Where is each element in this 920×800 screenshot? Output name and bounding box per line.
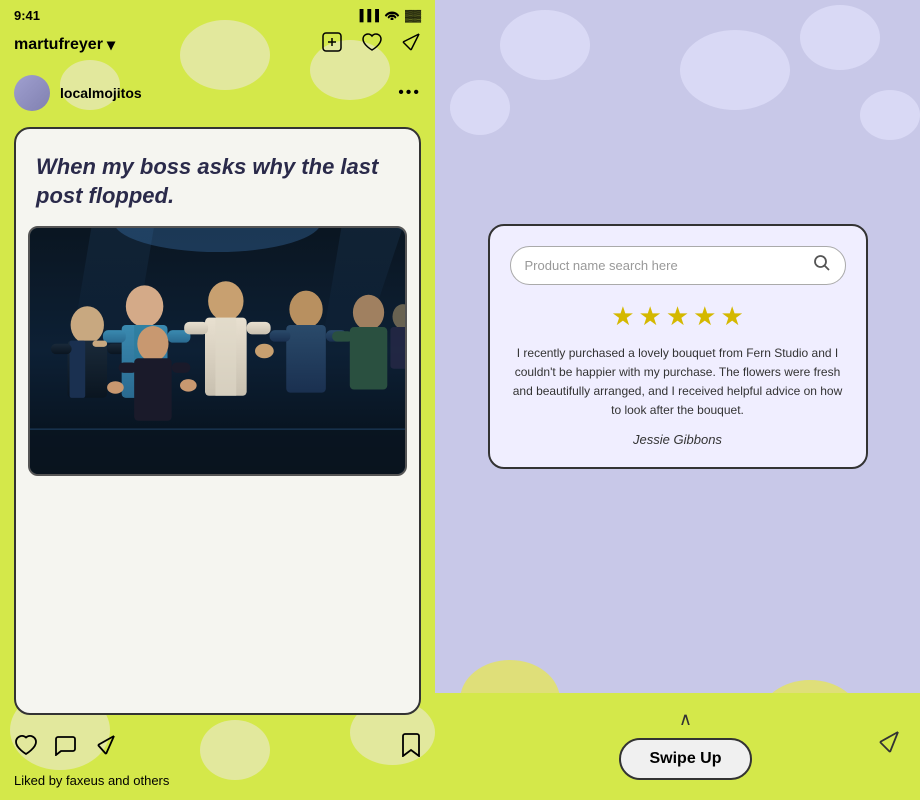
send-nav-icon[interactable]: [401, 32, 421, 58]
search-placeholder: Product name search here: [525, 258, 813, 273]
swipe-center: ∧ Swipe Up: [619, 709, 751, 780]
reviewer-name: Jessie Gibbons: [510, 432, 846, 447]
right-panel: Product name search here ★ ★ ★ ★ ★ I rec…: [435, 0, 920, 800]
chevron-up-icon: ∧: [679, 709, 692, 730]
nav-username[interactable]: martufreyer ▾: [14, 35, 115, 55]
chevron-down-icon: ▾: [107, 35, 115, 55]
search-icon[interactable]: [813, 254, 831, 277]
review-text: I recently purchased a lovely bouquet fr…: [510, 344, 846, 421]
post-card: When my boss asks why the last post flop…: [14, 127, 421, 715]
time: 9:41: [14, 8, 40, 23]
review-area: Product name search here ★ ★ ★ ★ ★ I rec…: [435, 0, 920, 693]
more-options-icon[interactable]: •••: [398, 84, 421, 102]
post-text: When my boss asks why the last post flop…: [16, 129, 419, 226]
username-text: martufreyer: [14, 36, 103, 54]
avatar: [14, 75, 50, 111]
wifi-icon: [384, 8, 400, 23]
comment-icon[interactable]: [54, 734, 78, 762]
left-panel: 9:41 ▐▐▐ ▓▓ martufreyer ▾: [0, 0, 435, 800]
battery-icon: ▓▓: [405, 10, 421, 22]
stars-row: ★ ★ ★ ★ ★: [510, 301, 846, 332]
status-bar: 9:41 ▐▐▐ ▓▓: [0, 0, 435, 27]
star-2: ★: [639, 301, 662, 332]
liked-by: Liked by faxeus and others: [0, 769, 435, 800]
post-username: localmojitos: [60, 85, 142, 101]
post-header: localmojitos •••: [0, 67, 435, 119]
signal-icon: ▐▐▐: [356, 10, 379, 22]
swipe-area: ∧ Swipe Up: [435, 693, 920, 800]
action-left: [14, 734, 116, 762]
star-5: ★: [720, 301, 743, 332]
like-icon[interactable]: [14, 734, 38, 762]
heart-icon[interactable]: [361, 32, 383, 58]
send-icon[interactable]: [876, 730, 900, 760]
bookmark-icon[interactable]: [401, 733, 421, 763]
post-image: [28, 226, 407, 476]
action-bar: [0, 723, 435, 769]
star-3: ★: [666, 301, 689, 332]
nav-icons: [321, 31, 421, 59]
search-bar[interactable]: Product name search here: [510, 246, 846, 285]
review-card: Product name search here ★ ★ ★ ★ ★ I rec…: [488, 224, 868, 470]
swipe-up-button[interactable]: Swipe Up: [619, 738, 751, 780]
share-icon[interactable]: [94, 734, 116, 762]
top-nav: martufreyer ▾: [0, 27, 435, 67]
status-icons: ▐▐▐ ▓▓: [356, 8, 421, 23]
add-post-icon[interactable]: [321, 31, 343, 59]
star-1: ★: [611, 301, 634, 332]
post-user[interactable]: localmojitos: [14, 75, 142, 111]
star-4: ★: [693, 301, 716, 332]
